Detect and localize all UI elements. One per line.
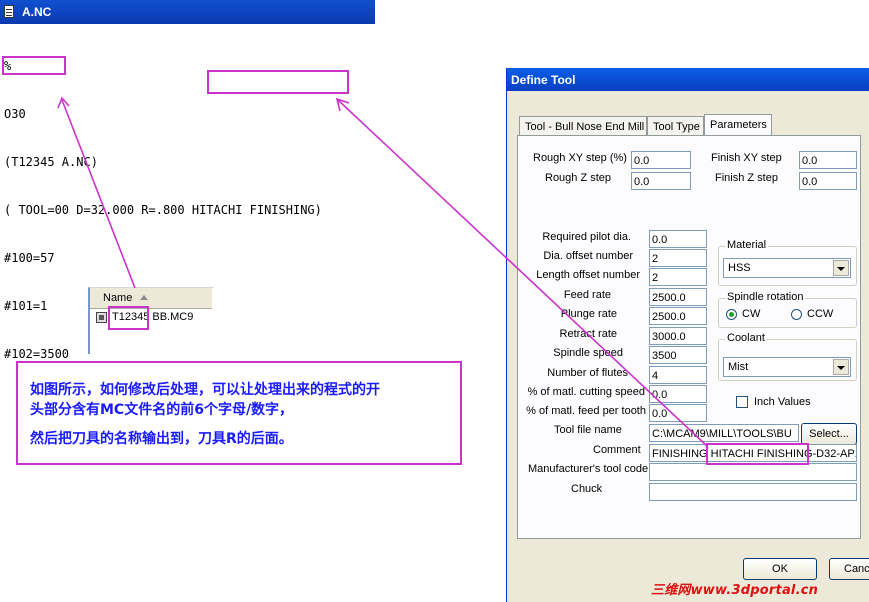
annotation-arrows xyxy=(57,96,708,447)
arrow-to-program-name xyxy=(61,99,136,289)
watermark-text: 三维网www.3dportal.cn xyxy=(651,583,819,598)
arrow-to-tool-name xyxy=(337,99,708,447)
